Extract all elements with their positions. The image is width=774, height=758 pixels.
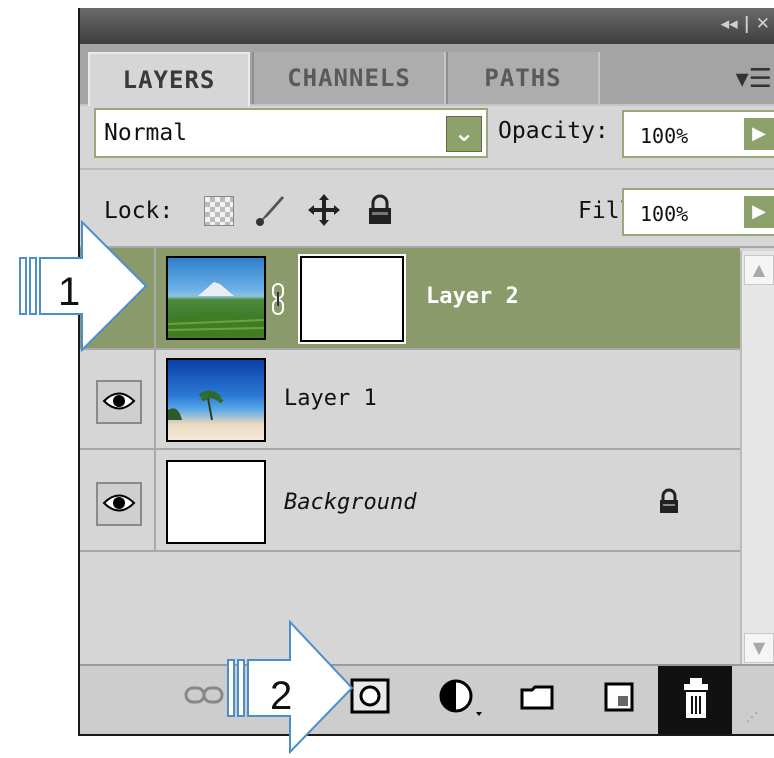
blend-mode-value: Normal [104,120,188,146]
visibility-column-separator [154,450,156,550]
scroll-up-icon[interactable]: ▲ [744,255,774,285]
visibility-toggle[interactable] [96,380,142,424]
panel-menu-icon[interactable]: ▾☰ [736,64,772,94]
add-layer-mask-button[interactable] [350,678,390,718]
layers-panel: ◂◂ | ✕ LAYERS CHANNELS PATHS ▾☰ Normal ⌄… [78,8,774,736]
layer-name[interactable]: Background [284,490,416,515]
visibility-toggle[interactable] [96,482,142,526]
link-layers-icon[interactable] [184,684,224,712]
layer-1-thumbnail[interactable] [166,358,266,442]
lock-all-icon[interactable] [366,194,394,230]
layer-lock-icon [658,488,680,518]
visibility-column-separator [154,248,156,348]
new-group-folder-icon[interactable] [520,684,554,714]
chevron-down-icon[interactable]: ⌄ [446,116,482,152]
divider [80,168,774,170]
visibility-column-separator [154,350,156,448]
opacity-label: Opacity: [498,118,609,144]
opacity-value: 100% [640,124,689,148]
collapse-close-controls[interactable]: ◂◂ | ✕ [721,14,770,34]
tab-layers[interactable]: LAYERS [88,52,250,106]
fill-slider-arrow-icon[interactable]: ▶ [744,196,774,228]
eye-icon [102,392,136,410]
link-chain-icon[interactable] [270,282,286,320]
layer-2-thumbnail[interactable] [166,256,266,340]
layer-name[interactable]: Layer 1 [284,386,377,411]
layer-name[interactable]: Layer 2 [426,284,519,309]
new-layer-icon[interactable] [604,682,634,716]
layer-row-background[interactable]: Background [80,450,740,552]
lock-position-move-icon[interactable] [306,192,342,232]
lock-pixels-brush-icon[interactable] [252,192,288,232]
delete-layer-trash-icon[interactable] [658,666,732,734]
panel-titlebar: ◂◂ | ✕ [80,8,774,44]
annotation-arrow-1 [18,219,148,356]
background-thumbnail[interactable] [166,460,266,544]
eye-icon [102,494,136,512]
annotation-number-1: 1 [58,270,81,314]
blend-mode-select[interactable]: Normal ⌄ [94,108,488,158]
tab-paths[interactable]: PATHS [446,52,600,104]
fill-field[interactable]: 100% ▶ [622,188,774,236]
annotation-number-2: 2 [270,674,293,718]
layer-row-layer-1[interactable]: Layer 1 [80,350,740,450]
panel-tabs: LAYERS CHANNELS PATHS ▾☰ [80,44,774,106]
scroll-down-icon[interactable]: ▼ [744,633,774,663]
layer-mask-thumbnail[interactable] [298,254,406,344]
layer-row-layer-2[interactable]: Layer 2 [80,248,740,350]
resize-grip-icon[interactable]: ⋰ [746,710,758,724]
layers-scrollbar[interactable]: ▲ ▼ [740,251,774,667]
tab-channels[interactable]: CHANNELS [252,52,446,104]
opacity-field[interactable]: 100% ▶ [622,110,774,158]
lock-transparency-icon[interactable] [204,196,234,226]
opacity-slider-arrow-icon[interactable]: ▶ [744,118,774,150]
fill-value: 100% [640,202,689,226]
layers-bottom-toolbar: ⋰ [80,664,774,734]
adjustment-layer-icon[interactable] [438,678,482,722]
